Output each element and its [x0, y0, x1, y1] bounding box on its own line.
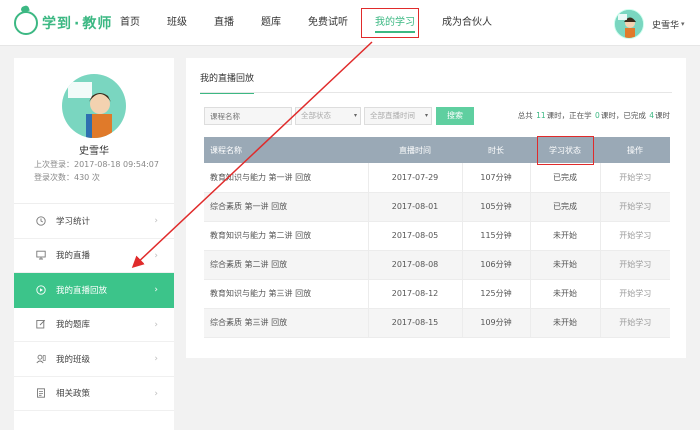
sidebar-item-policy[interactable]: 相关政策 › — [14, 377, 174, 411]
tab-divider — [200, 92, 672, 93]
filter-bar: 全部状态 ▾ 全部直播时间 ▾ 搜索 — [204, 106, 474, 126]
course-stats: 总共 11课时，正在学 0课时，已完成 4课时 — [517, 111, 670, 120]
live-time-select[interactable]: 全部直播时间 ▾ — [364, 107, 432, 125]
nav-item-live[interactable]: 直播 — [214, 0, 234, 46]
nav-item-free-trial[interactable]: 免费试听 — [308, 0, 348, 46]
search-button[interactable]: 搜索 — [436, 107, 474, 125]
cell-duration: 105分钟 — [462, 192, 531, 222]
sidebar: 史雪华 上次登录：2017-08-18 09:54:07 登录次数：430 次 … — [14, 58, 174, 430]
cell-course-name: 综合素质 第三讲 回放 — [204, 308, 369, 338]
login-count: 登录次数：430 次 — [34, 173, 100, 182]
class-user-icon — [36, 354, 46, 364]
chevron-right-icon: › — [154, 354, 158, 364]
chevron-down-icon: ▾ — [681, 20, 685, 28]
course-name-input[interactable] — [204, 107, 292, 125]
cell-duration: 106分钟 — [462, 250, 531, 280]
start-study-link[interactable]: 开始学习 — [600, 221, 670, 251]
nav-item-class[interactable]: 班级 — [167, 0, 187, 46]
cell-duration: 107分钟 — [462, 163, 531, 193]
table-row: 综合素质 第二讲 回放 2017-08-08 106分钟 未开始 开始学习 — [204, 250, 670, 280]
clock-icon — [36, 216, 46, 226]
table-row: 综合素质 第一讲 回放 2017-08-01 105分钟 已完成 开始学习 — [204, 192, 670, 222]
cell-date: 2017-08-01 — [368, 192, 463, 222]
cell-duration: 125分钟 — [462, 279, 531, 309]
chevron-down-icon: ▾ — [353, 112, 357, 119]
profile-avatar — [62, 74, 126, 138]
chevron-right-icon: › — [154, 319, 158, 330]
cell-date: 2017-07-29 — [368, 163, 463, 193]
start-study-link[interactable]: 开始学习 — [600, 192, 670, 222]
sidebar-item-my-class[interactable]: 我的班级 › — [14, 342, 174, 377]
chevron-right-icon: › — [154, 250, 158, 261]
chevron-right-icon: › — [154, 388, 158, 399]
logo[interactable]: 学到 · 教师 — [14, 9, 112, 37]
chevron-down-icon: ▾ — [424, 112, 428, 119]
logo-leaf-icon — [14, 11, 38, 35]
cell-status: 未开始 — [530, 279, 601, 309]
monitor-icon — [36, 251, 46, 260]
replay-table: 课程名称 直播时间 时长 学习状态 操作 教育知识与能力 第一讲 回放 2017… — [204, 137, 670, 338]
start-study-link[interactable]: 开始学习 — [600, 250, 670, 280]
edit-icon — [36, 320, 46, 329]
cell-course-name: 教育知识与能力 第一讲 回放 — [204, 163, 369, 193]
sidebar-item-my-live[interactable]: 我的直播 › — [14, 239, 174, 273]
chevron-right-icon: › — [154, 285, 158, 295]
table-row: 教育知识与能力 第二讲 回放 2017-08-05 115分钟 未开始 开始学习 — [204, 221, 670, 251]
header-live-time: 直播时间 — [368, 137, 462, 163]
table-header-row: 课程名称 直播时间 时长 学习状态 操作 — [204, 137, 670, 163]
header-action: 操作 — [600, 137, 670, 163]
start-study-link[interactable]: 开始学习 — [600, 163, 670, 193]
cell-course-name: 教育知识与能力 第二讲 回放 — [204, 221, 369, 251]
header-course-name: 课程名称 — [204, 137, 368, 163]
cell-course-name: 综合素质 第一讲 回放 — [204, 192, 369, 222]
logo-text: 学到 · 教师 — [42, 16, 113, 32]
sidebar-item-study-stats[interactable]: 学习统计 › — [14, 204, 174, 239]
cell-duration: 109分钟 — [462, 308, 531, 338]
status-annotation-box — [537, 136, 594, 165]
tab-live-replay[interactable]: 我的直播回放 — [200, 71, 255, 94]
profile-name: 史雪华 — [79, 146, 109, 157]
cell-date: 2017-08-15 — [368, 308, 463, 338]
cell-duration: 115分钟 — [462, 221, 531, 251]
chevron-right-icon: › — [154, 216, 158, 226]
main-panel: 我的直播回放 全部状态 ▾ 全部直播时间 ▾ 搜索 总共 11课时，正在学 0课… — [186, 58, 686, 358]
sidebar-menu: 学习统计 › 我的直播 › 我的直播回放 › 我的题库 › 我的班级 › 相关政… — [14, 203, 174, 411]
cell-status: 未开始 — [530, 308, 601, 338]
main-nav: 首页 班级 直播 题库 免费试听 我的学习 成为合伙人 — [120, 0, 519, 46]
cell-date: 2017-08-08 — [368, 250, 463, 280]
sidebar-item-my-questions[interactable]: 我的题库 › — [14, 308, 174, 342]
cell-course-name: 教育知识与能力 第三讲 回放 — [204, 279, 369, 309]
table-row: 综合素质 第三讲 回放 2017-08-15 109分钟 未开始 开始学习 — [204, 308, 670, 338]
sidebar-item-live-replay[interactable]: 我的直播回放 › — [14, 273, 174, 308]
play-circle-icon — [36, 285, 46, 295]
nav-item-questions[interactable]: 题库 — [261, 0, 281, 46]
user-menu[interactable]: 史雪华 ▾ — [614, 9, 685, 39]
cell-date: 2017-08-12 — [368, 279, 463, 309]
cell-date: 2017-08-05 — [368, 221, 463, 251]
cell-status: 未开始 — [530, 250, 601, 280]
start-study-link[interactable]: 开始学习 — [600, 308, 670, 338]
nav-item-partner[interactable]: 成为合伙人 — [442, 0, 492, 46]
user-name: 史雪华 — [652, 20, 680, 31]
start-study-link[interactable]: 开始学习 — [600, 279, 670, 309]
table-row: 教育知识与能力 第三讲 回放 2017-08-12 125分钟 未开始 开始学习 — [204, 279, 670, 309]
nav-item-home[interactable]: 首页 — [120, 0, 140, 46]
top-header: 学到 · 教师 首页 班级 直播 题库 免费试听 我的学习 成为合伙人 史雪华 ▾ — [0, 0, 700, 46]
cell-course-name: 综合素质 第二讲 回放 — [204, 250, 369, 280]
cell-status: 已完成 — [530, 192, 601, 222]
cell-status: 未开始 — [530, 221, 601, 251]
last-login: 上次登录：2017-08-18 09:54:07 — [34, 160, 159, 169]
avatar-cartoon-icon — [614, 9, 644, 39]
table-row: 教育知识与能力 第一讲 回放 2017-07-29 107分钟 已完成 开始学习 — [204, 163, 670, 193]
status-select[interactable]: 全部状态 ▾ — [295, 107, 361, 125]
nav-annotation-box — [361, 8, 419, 38]
document-icon — [37, 388, 45, 398]
header-duration: 时长 — [462, 137, 530, 163]
cell-status: 已完成 — [530, 163, 601, 193]
